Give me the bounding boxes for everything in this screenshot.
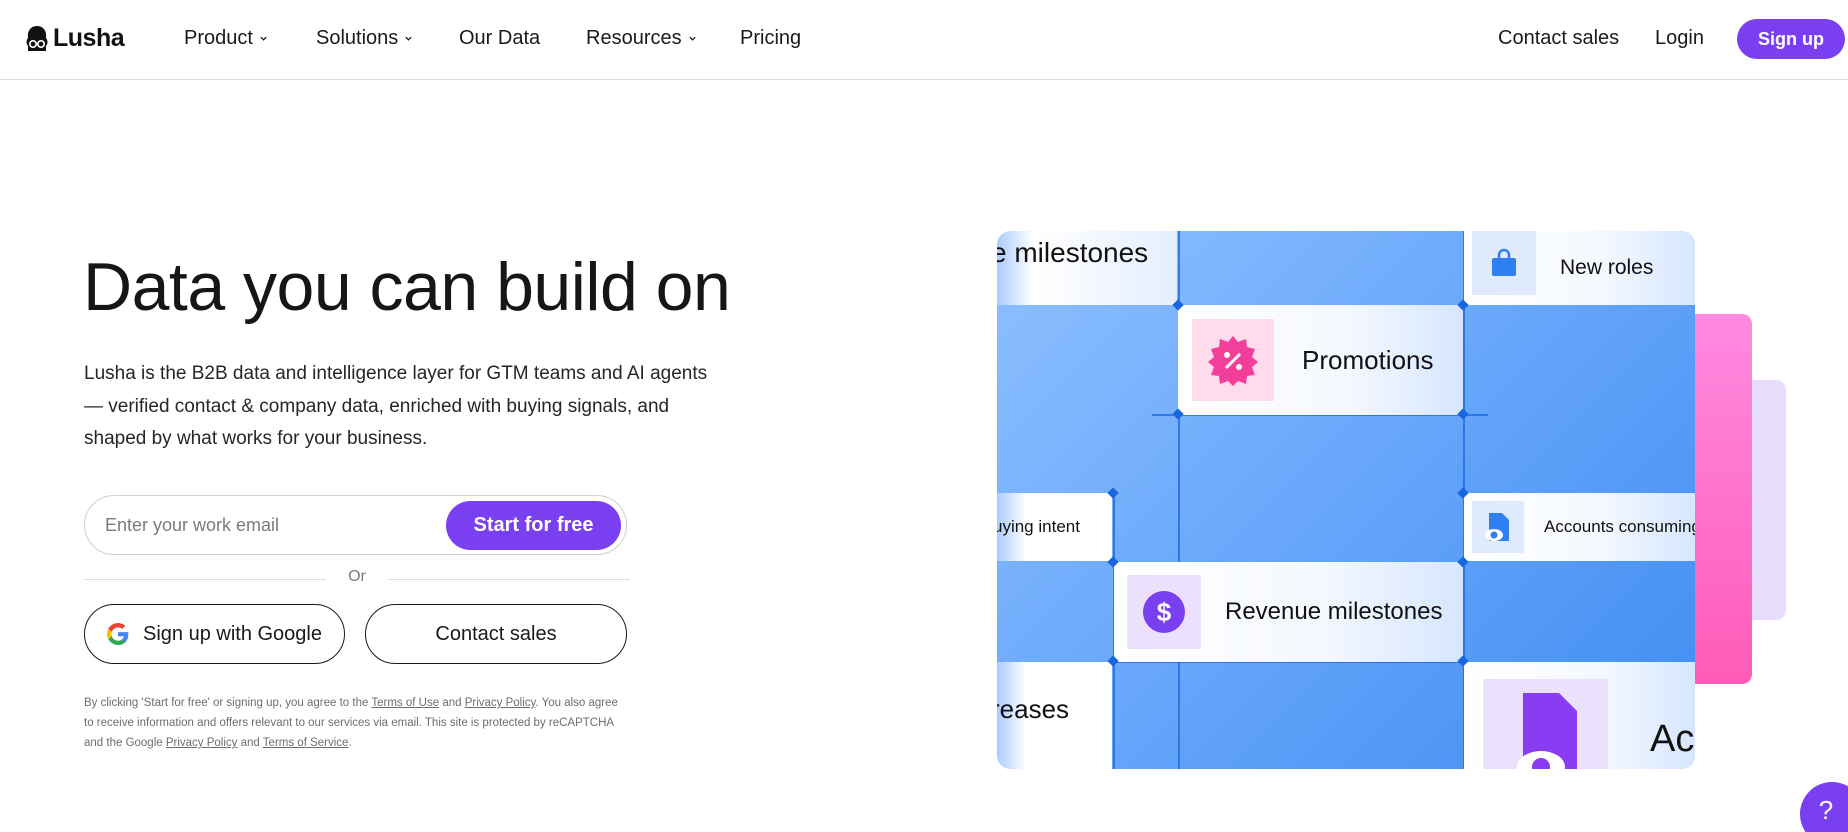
or-divider: Or: [84, 568, 630, 592]
legal-text: .: [348, 737, 352, 749]
nav-our-data[interactable]: Our Data: [459, 27, 540, 50]
new-roles-icon-box: [1472, 231, 1536, 295]
nav-product-label: Product: [184, 27, 253, 49]
svg-text:$: $: [1157, 597, 1172, 627]
revenue-icon-box: $: [1127, 575, 1201, 649]
nav-contact-sales-link[interactable]: Contact sales: [1498, 27, 1619, 50]
card-new-roles: New roles: [1464, 231, 1695, 305]
legal-text: and: [439, 697, 465, 709]
logo-text: Lusha: [53, 24, 125, 52]
card-label: reases: [997, 694, 1070, 724]
card-label: Revenue milestones: [1225, 598, 1443, 625]
logo-icon: [26, 25, 48, 51]
card-label: Promotions: [1302, 344, 1434, 375]
card-buying-intent: uying intent: [997, 493, 1112, 561]
card-label: uying intent: [997, 517, 1080, 536]
card-label: New roles: [1560, 256, 1654, 279]
contact-sales-button[interactable]: Contact sales: [365, 604, 627, 664]
card-revenue-milestones: $ Revenue milestones: [1114, 562, 1463, 662]
card-label: Accounts consuming: [1544, 517, 1695, 536]
card-accounts-consuming: Accounts consuming: [1464, 493, 1695, 561]
divider-line: [388, 579, 630, 580]
promotions-icon-box: [1192, 319, 1274, 401]
chevron-down-icon: [688, 36, 696, 41]
or-text: Or: [348, 568, 366, 585]
shopping-bag-icon: [1492, 248, 1516, 276]
top-navbar: Lusha Product Solutions Our Data Resourc…: [0, 0, 1848, 80]
card-promotions: Promotions: [1178, 305, 1463, 415]
email-signup-form: Start for free: [84, 495, 627, 555]
google-privacy-policy-link[interactable]: Privacy Policy: [166, 737, 238, 749]
nav-product[interactable]: Product: [184, 27, 268, 50]
legal-text: and: [237, 737, 263, 749]
nav-our-data-label: Our Data: [459, 27, 541, 49]
google-terms-of-service-link[interactable]: Terms of Service: [263, 737, 349, 749]
hero-title: Data you can build on: [83, 249, 731, 325]
nav-resources[interactable]: Resources: [586, 27, 697, 50]
google-signup-label: Sign up with Google: [142, 622, 322, 645]
card-label: Ac: [1650, 718, 1695, 760]
help-chat-button[interactable]: ?: [1800, 782, 1848, 832]
accounts-consuming-icon-box: [1472, 501, 1524, 553]
signals-illustration: e milestones New roles Promotions uying …: [997, 231, 1695, 769]
nav-pricing-label: Pricing: [740, 27, 802, 49]
card-accounts-large: Ac: [1464, 662, 1695, 769]
nav-resources-label: Resources: [586, 27, 682, 49]
nav-pricing[interactable]: Pricing: [740, 27, 801, 50]
nav-solutions[interactable]: Solutions: [316, 27, 413, 50]
card-label: e milestones: [997, 237, 1149, 268]
document-eye-icon: [1516, 693, 1577, 769]
terms-of-use-link[interactable]: Terms of Use: [371, 697, 439, 709]
document-eye-icon: [1485, 513, 1509, 541]
chevron-down-icon: [405, 36, 412, 41]
legal-disclaimer: By clicking 'Start for free' or signing …: [84, 693, 624, 753]
percent-badge-icon: [1208, 336, 1258, 386]
accounts-large-icon-box: [1483, 679, 1608, 769]
lusha-logo[interactable]: Lusha: [25, 24, 125, 53]
google-icon: [106, 623, 129, 645]
work-email-input[interactable]: [105, 510, 435, 540]
chevron-down-icon: [260, 36, 267, 41]
card-increases: reases: [997, 662, 1112, 769]
nav-login-link[interactable]: Login: [1655, 27, 1704, 50]
help-icon: ?: [1818, 794, 1834, 825]
google-signup-button[interactable]: Sign up with Google: [84, 604, 345, 664]
start-for-free-button[interactable]: Start for free: [446, 501, 621, 550]
hero-subtitle: Lusha is the B2B data and intelligence l…: [84, 363, 708, 449]
signup-button[interactable]: Sign up: [1737, 19, 1845, 59]
legal-text: By clicking 'Start for free' or signing …: [84, 697, 372, 709]
dollar-coin-icon: $: [1143, 591, 1185, 633]
privacy-policy-link[interactable]: Privacy Policy: [465, 697, 536, 709]
divider-line: [84, 579, 326, 580]
card-milestones-top: e milestones: [997, 231, 1177, 305]
nav-solutions-label: Solutions: [316, 27, 399, 49]
